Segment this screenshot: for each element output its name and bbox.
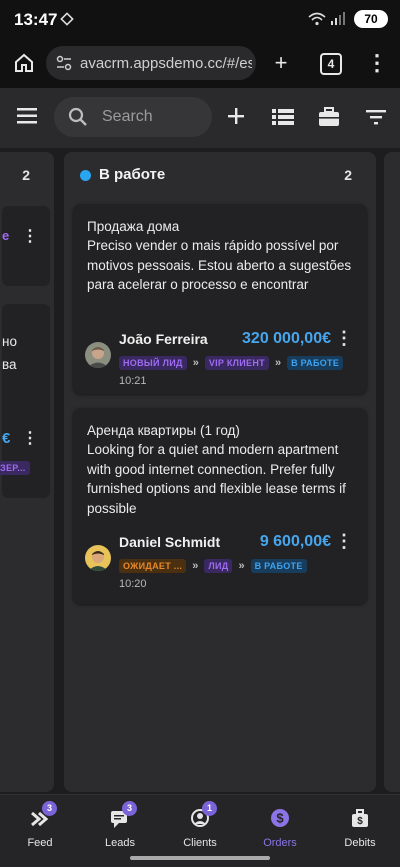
- client-name[interactable]: João Ferreira: [119, 331, 208, 347]
- kanban-board: 2 e ⋮ но ва € ⋮ ЗЕР... В работе 2 Продаж…: [0, 148, 400, 794]
- card-menu-icon[interactable]: ⋮: [335, 328, 353, 349]
- card-time: 10:20: [119, 578, 147, 590]
- status-tag: ОЖИДАЕТ ...: [119, 559, 187, 573]
- search-input[interactable]: Search: [54, 97, 212, 137]
- nav-badge: 3: [42, 801, 57, 816]
- status-tag: VIP КЛИЕНТ: [204, 356, 269, 370]
- kanban-card[interactable]: Аренда квартиры (1 год) Looking for a qu…: [73, 408, 367, 604]
- card-price: 320 000,00€: [242, 330, 331, 347]
- partial-text: но: [2, 334, 17, 349]
- filter-icon[interactable]: [366, 109, 386, 130]
- card-price: 9 600,00€: [259, 533, 331, 550]
- chevron-right-icon: »: [238, 560, 245, 572]
- briefcase-icon[interactable]: [318, 107, 340, 132]
- debits-icon: $: [350, 809, 370, 834]
- orders-icon: $: [270, 808, 290, 833]
- card-time: 10:21: [119, 375, 147, 387]
- kanban-card-partial[interactable]: но ва € ⋮ ЗЕР...: [0, 304, 50, 498]
- new-tab-icon[interactable]: +: [266, 49, 296, 79]
- avatar: [85, 545, 111, 571]
- status-tag: ЛИД: [204, 559, 233, 573]
- partial-text: ва: [2, 357, 17, 372]
- home-indicator[interactable]: [130, 856, 270, 860]
- status-tag: НОВЫЙ ЛИД: [119, 356, 187, 370]
- nav-badge: 3: [122, 801, 137, 816]
- kanban-card-partial[interactable]: e ⋮: [2, 206, 50, 286]
- column-header: В работе 2: [64, 152, 376, 198]
- battery-level: 70: [364, 12, 378, 26]
- card-menu-icon[interactable]: ⋮: [22, 226, 38, 246]
- card-price: €: [2, 430, 11, 447]
- site-settings-icon[interactable]: [56, 55, 72, 71]
- card-menu-icon[interactable]: ⋮: [22, 428, 38, 448]
- url-bar[interactable]: avacrm.appsdemo.cc/#/est: [46, 46, 256, 80]
- kanban-column-next: [384, 152, 400, 792]
- add-icon[interactable]: [227, 107, 245, 130]
- status-pipeline: НОВЫЙ ЛИД » VIP КЛИЕНТ » В РАБОТЕ: [119, 356, 344, 370]
- nav-label: Feed: [27, 837, 53, 849]
- app-notification-icon: [60, 12, 74, 29]
- nav-label: Leads: [105, 837, 135, 849]
- search-icon: [68, 107, 88, 132]
- status-time: 13:47: [14, 10, 58, 29]
- status-tag: ЗЕР...: [0, 461, 30, 475]
- status-pipeline: ОЖИДАЕТ ... » ЛИД » В РАБОТЕ: [119, 559, 307, 573]
- tab-switcher-button[interactable]: 4: [320, 53, 342, 75]
- app-toolbar: Search: [0, 88, 400, 148]
- nav-badge: 1: [202, 801, 217, 816]
- browser-menu-icon[interactable]: ⋮: [362, 49, 392, 79]
- url-text: avacrm.appsdemo.cc/#/est: [80, 55, 252, 72]
- nav-label: Debits: [344, 837, 376, 849]
- nav-label: Clients: [183, 837, 217, 849]
- signal-icon: [330, 12, 346, 29]
- kanban-column-in-progress: В работе 2 Продажа дома Preciso vender o…: [64, 152, 376, 792]
- chevron-right-icon: »: [274, 357, 282, 369]
- card-title: Продажа дома: [87, 219, 180, 234]
- nav-label: Orders: [263, 837, 297, 849]
- chevron-right-icon: »: [192, 560, 199, 572]
- chevron-right-icon: »: [192, 357, 199, 369]
- status-bar: 13:47 70: [0, 0, 400, 40]
- hamburger-menu-icon[interactable]: [17, 107, 37, 130]
- avatar: [85, 342, 111, 368]
- list-view-icon[interactable]: [272, 108, 294, 131]
- card-description: Preciso vender o mais rápido possível po…: [87, 238, 352, 292]
- home-icon[interactable]: [9, 49, 39, 79]
- column-count: 2: [22, 167, 30, 183]
- wifi-icon: [308, 12, 326, 29]
- card-menu-icon[interactable]: ⋮: [335, 531, 353, 552]
- card-description: Looking for a quiet and modern apartment…: [87, 442, 346, 516]
- card-title: Аренда квартиры (1 год): [87, 423, 240, 438]
- status-dot: [80, 170, 91, 181]
- svg-text:$: $: [357, 816, 363, 827]
- column-title: В работе: [99, 166, 166, 183]
- status-tag: В РАБОТЕ: [287, 356, 344, 370]
- browser-toolbar: avacrm.appsdemo.cc/#/est + 4 ⋮: [0, 40, 400, 88]
- kanban-card[interactable]: Продажа дома Preciso vender o mais rápid…: [73, 204, 367, 394]
- search-placeholder: Search: [102, 108, 153, 125]
- kanban-column-previous: 2 e ⋮ но ва € ⋮ ЗЕР...: [0, 152, 54, 792]
- client-name[interactable]: Daniel Schmidt: [119, 534, 220, 550]
- battery-icon: 70: [354, 10, 388, 28]
- column-count: 2: [344, 167, 352, 183]
- status-tag: В РАБОТЕ: [250, 559, 307, 573]
- svg-text:$: $: [276, 811, 284, 826]
